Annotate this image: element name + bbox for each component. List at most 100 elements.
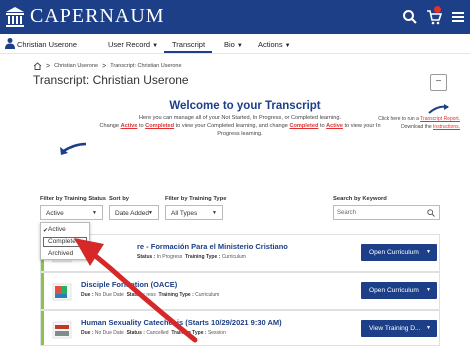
chevron-down-icon[interactable]: ▼ [426, 325, 431, 331]
view-training-details-button[interactable]: View Training D... ▼ [361, 320, 437, 337]
due-meta-label: Due : [81, 292, 94, 298]
row-button-label: Open Curriculum [369, 287, 419, 294]
instructions-link[interactable]: Instructions. [433, 124, 460, 130]
status-meta-value: Cancelled [146, 330, 169, 336]
row-title[interactable]: re - Formación Para el Ministerio Cristi… [137, 242, 288, 251]
sort-select[interactable]: Date Added ▼ [109, 205, 159, 220]
type-filter-label: Filter by Training Type [165, 196, 227, 202]
chevron-down-icon: ▼ [212, 210, 217, 216]
status-meta-value: In Progress [156, 254, 183, 260]
course-thumbnail-icon [52, 283, 72, 301]
welcome-title: Welcome to your Transcript [169, 100, 321, 112]
open-curriculum-button[interactable]: Open Curriculum ▼ [361, 282, 437, 299]
nav-bio[interactable]: Bio ▼ [224, 40, 243, 49]
search-icon[interactable] [402, 9, 418, 25]
training-row: Disciple Formation (OACE) Due : No Due D… [40, 272, 440, 310]
dropdown-option-active[interactable]: Active [48, 226, 66, 236]
chevron-right-icon: > [102, 62, 107, 70]
chevron-down-icon: ▼ [152, 43, 159, 49]
type-meta-label: Training Type : [158, 292, 194, 298]
user-name: Christian Userone [17, 40, 78, 49]
status-meta-label: Status : [137, 254, 156, 260]
row-button-label: Open Curriculum [369, 249, 419, 256]
row-title[interactable]: Disciple Formation (OACE) [81, 280, 177, 289]
nav-transcript[interactable]: Transcript [172, 40, 205, 49]
training-row: re - Formación Para el Ministerio Cristi… [40, 234, 440, 272]
cart-badge [434, 6, 441, 13]
home-icon[interactable] [33, 62, 42, 70]
nav-transcript-label: Transcript [172, 40, 206, 49]
type-filter-value: All Types [171, 210, 198, 217]
transcript-report-note: Click here to run a Transcript Report. D… [360, 116, 460, 131]
row-meta: Status : In Progress Training Type : Cur… [137, 254, 246, 260]
status-meta-label: Status : [126, 330, 145, 336]
collapse-button[interactable]: − [430, 74, 447, 91]
nav-actions-label: Actions [258, 40, 283, 49]
due-meta-value: No Due Date [94, 292, 124, 298]
instructions-note-text: Download the [401, 123, 434, 130]
type-meta-value: Curriculum [195, 292, 220, 298]
chevron-down-icon[interactable]: ▼ [426, 287, 431, 293]
breadcrumb-user[interactable]: Christian Userone [54, 63, 98, 69]
dropdown-option-archived[interactable]: Archived [48, 250, 73, 260]
transcript-report-link[interactable]: Transcript Report. [420, 116, 460, 122]
row-status-stripe [41, 273, 44, 309]
nav-actions[interactable]: Actions ▼ [258, 40, 291, 49]
row-meta: Due : No Due Date Status : Cancelled Tra… [81, 330, 226, 336]
report-note-line: Click here to run a Transcript Report. [360, 116, 460, 124]
chevron-down-icon: ▼ [148, 210, 153, 216]
status-meta-label: Status : [126, 292, 145, 298]
welcome-line-1: Here you can manage all of your Not Star… [138, 115, 342, 121]
course-thumbnail-icon [52, 321, 72, 339]
sort-value: Date Added [115, 210, 149, 217]
sort-label: Sort by [109, 196, 129, 202]
welcome-text-part: to [318, 123, 327, 129]
row-title[interactable]: Human Sexuality Catechesis (Starts 10/29… [81, 318, 282, 327]
nav-bio-label: Bio [224, 40, 235, 49]
chevron-right-icon: > [46, 62, 51, 70]
row-meta: Due : No Due Date Status : ress Training… [81, 292, 219, 298]
search-label: Search by Keyword [333, 196, 387, 202]
type-meta-label: Training Type : [185, 254, 221, 260]
type-meta-value: Session [207, 330, 226, 336]
training-row: Human Sexuality Catechesis (Starts 10/29… [40, 310, 440, 346]
dropdown-option-completed[interactable]: Completed [48, 238, 79, 248]
nav-user-record-label: User Record [108, 40, 151, 49]
chevron-down-icon: ▼ [284, 43, 291, 49]
nav-active-indicator [164, 51, 212, 53]
status-filter-label: Filter by Training Status [40, 196, 107, 202]
status-dropdown-menu: ✔ Active Completed Archived [40, 222, 90, 260]
type-meta-value: Curriculum [221, 254, 246, 260]
user-icon [5, 38, 15, 49]
search-placeholder: Search [337, 210, 357, 216]
due-meta-label: Due : [81, 330, 94, 336]
welcome-instructions: Here you can manage all of your Not Star… [95, 114, 385, 138]
instructions-note-line: Download the Instructions. [360, 124, 460, 132]
status-meta-value: ress [146, 292, 156, 298]
page-title: Transcript: Christian Userone [33, 73, 189, 87]
app-title: CAPERNAUM [30, 5, 165, 27]
sub-navigation: Christian Userone User Record ▼ Transcrip… [0, 34, 470, 54]
due-meta-value: No Due Date [94, 330, 124, 336]
welcome-text-part: to view your Completed learning, and cha… [174, 123, 290, 129]
breadcrumb: > Christian Userone > Transcript: Christ… [33, 62, 182, 70]
welcome-active-word: Active [326, 123, 343, 129]
search-input[interactable]: Search [333, 205, 440, 220]
row-button-label: View Training D... [369, 325, 421, 332]
chevron-down-icon: ▼ [92, 210, 97, 216]
hamburger-menu-icon[interactable] [450, 9, 466, 25]
open-curriculum-button[interactable]: Open Curriculum ▼ [361, 244, 437, 261]
status-filter-value: Active [46, 210, 64, 217]
search-icon[interactable] [427, 209, 435, 217]
type-filter-select[interactable]: All Types ▼ [165, 205, 223, 220]
welcome-completed-word: Completed [289, 123, 319, 129]
chevron-down-icon[interactable]: ▼ [426, 249, 431, 255]
row-status-stripe [41, 311, 44, 345]
nav-user-record[interactable]: User Record ▼ [108, 40, 158, 49]
welcome-completed-word: Completed [145, 123, 175, 129]
welcome-active-word: Active [120, 123, 138, 129]
top-header: CAPERNAUM [0, 0, 470, 34]
breadcrumb-current: Transcript: Christian Userone [110, 63, 182, 69]
welcome-text-part: to [137, 123, 146, 129]
status-filter-select[interactable]: Active ▼ [40, 205, 103, 220]
